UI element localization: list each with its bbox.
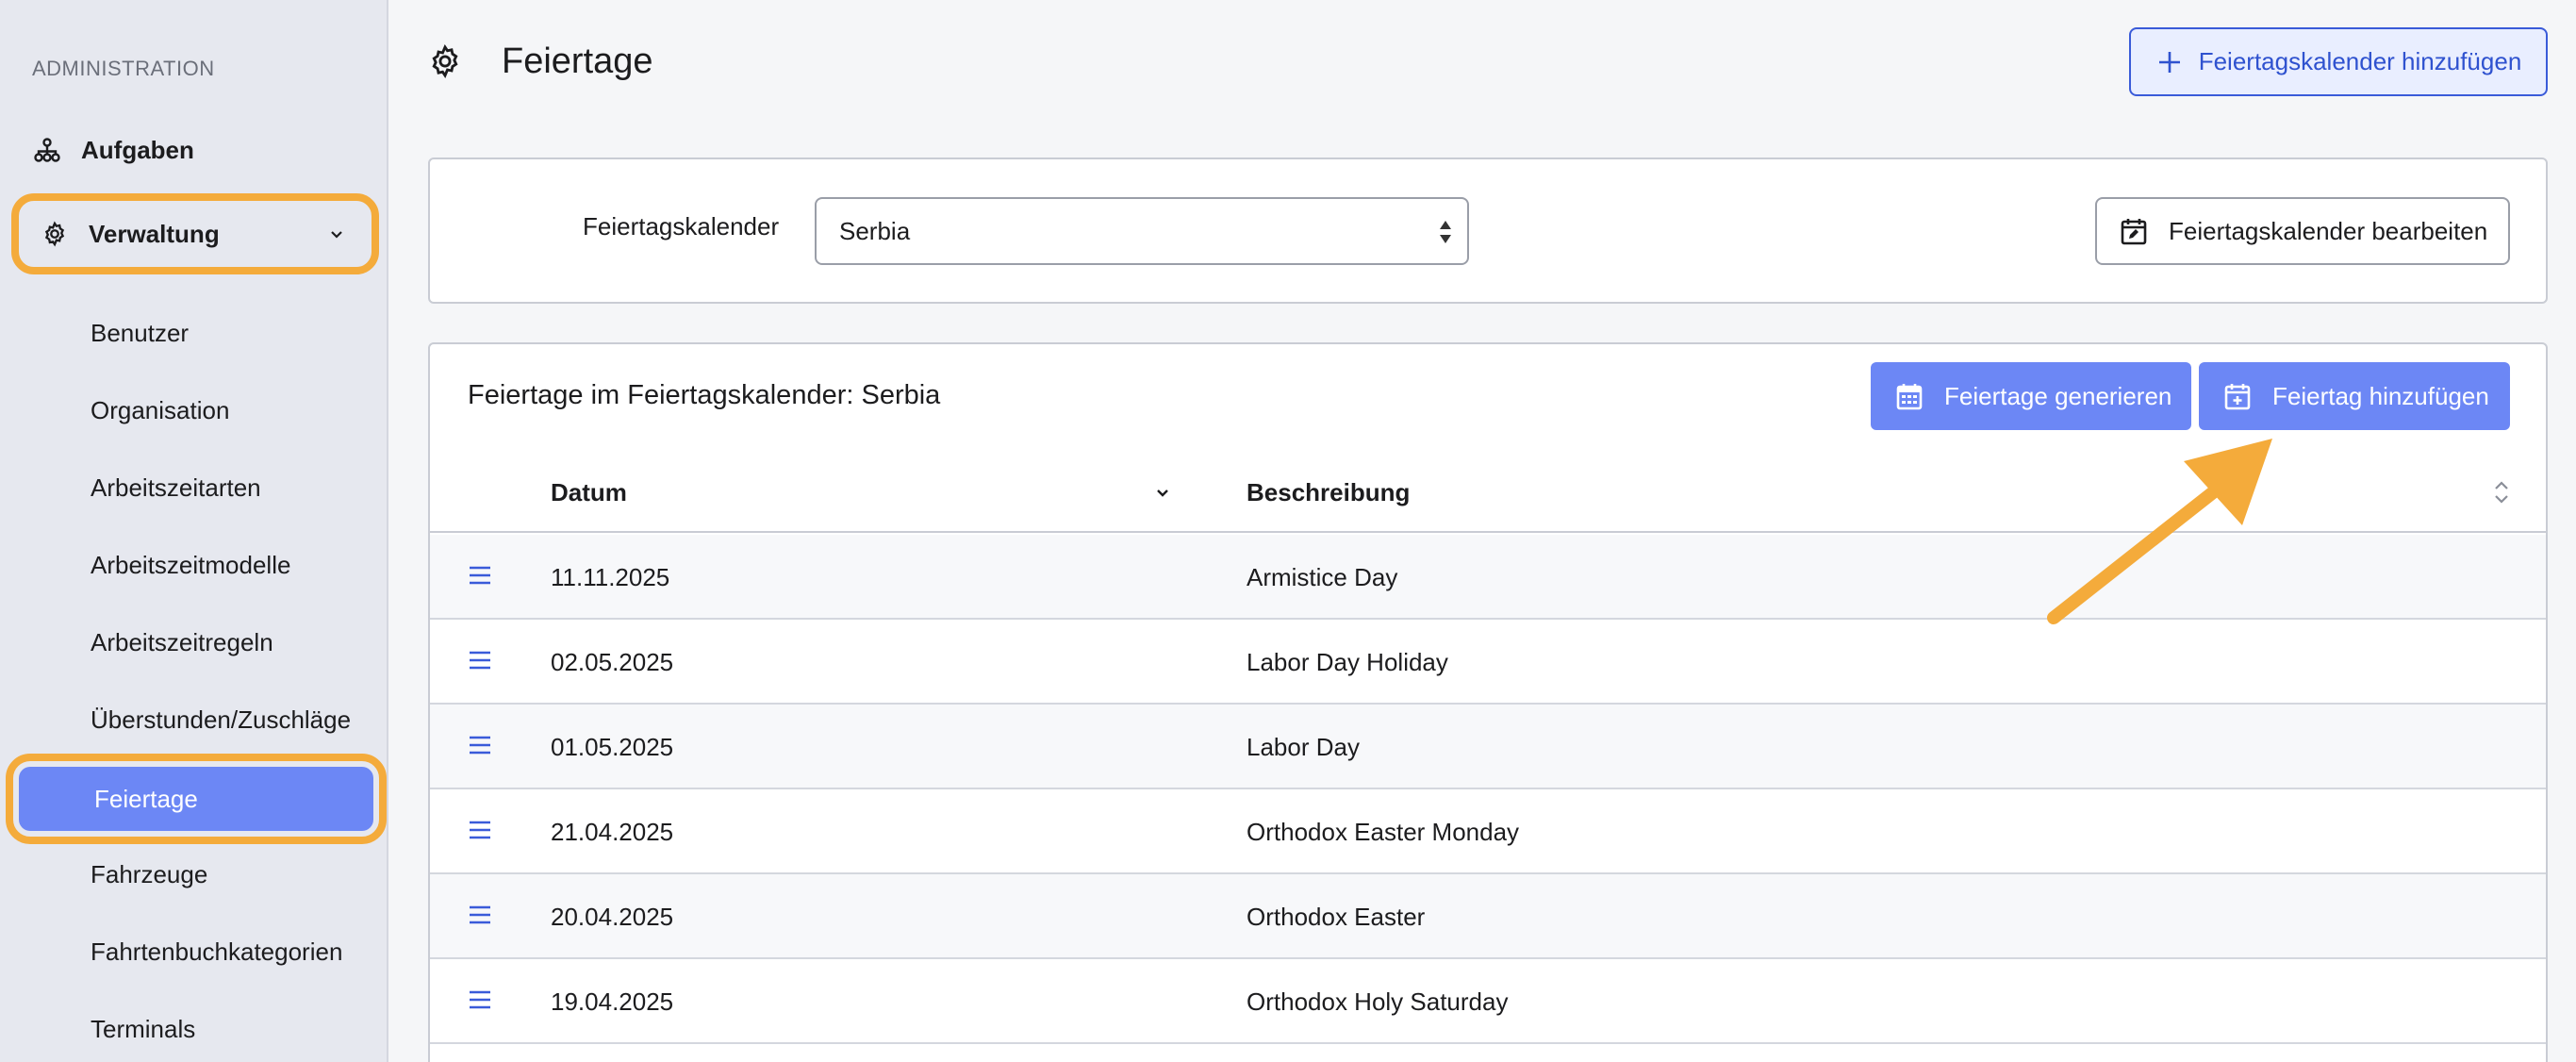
chevron-down-icon[interactable]	[1150, 478, 1175, 506]
sidebar-item-arbeitszeitregeln[interactable]: Arbeitszeitregeln	[91, 619, 273, 666]
hierarchy-icon	[32, 135, 62, 165]
drag-handle-icon[interactable]	[468, 818, 492, 842]
drag-handle-icon[interactable]	[468, 648, 492, 672]
drag-handle-icon[interactable]	[468, 563, 492, 588]
calendar-select[interactable]: Serbia	[815, 197, 1469, 265]
chevron-down-icon	[324, 222, 349, 246]
sort-icon[interactable]	[2489, 478, 2514, 506]
edit-calendar-label: Feiertagskalender bearbeiten	[2169, 216, 2488, 245]
plus-icon	[2155, 48, 2184, 76]
add-calendar-button[interactable]: Feiertagskalender hinzufügen	[2129, 27, 2548, 96]
sidebar-item-label: Arbeitszeitmodelle	[91, 550, 291, 579]
calendar-grid-icon	[1893, 380, 1925, 412]
calendar-select-value: Serbia	[839, 216, 911, 245]
column-header-description[interactable]: Beschreibung	[1247, 478, 1410, 507]
add-holiday-label: Feiertag hinzufügen	[2272, 381, 2489, 410]
sidebar-item-verwaltung[interactable]: Verwaltung	[11, 193, 379, 274]
holiday-description: Orthodox Easter Monday	[1247, 818, 1520, 846]
sidebar-item-label: Benutzer	[91, 318, 190, 347]
sidebar-item-organisation[interactable]: Organisation	[91, 387, 229, 434]
sidebar-item-label: Feiertage	[94, 784, 198, 813]
sidebar-item-terminals[interactable]: Terminals	[91, 1005, 195, 1053]
table-row[interactable]: 01.05.2025 Labor Day	[430, 705, 2546, 789]
sidebar-item-label: Aufgaben	[81, 135, 194, 164]
holiday-date: 21.04.2025	[551, 818, 674, 846]
sidebar-section-label: ADMINISTRATION	[32, 57, 215, 80]
page-header: Feiertage	[426, 38, 653, 85]
add-calendar-label: Feiertagskalender hinzufügen	[2198, 47, 2522, 75]
holiday-date: 02.05.2025	[551, 648, 674, 676]
calendar-select-card: Feiertagskalender Serbia Feiertagskalend…	[428, 158, 2548, 304]
sidebar-item-arbeitszeitarten[interactable]: Arbeitszeitarten	[91, 464, 261, 511]
sidebar-item-arbeitszeitmodelle[interactable]: Arbeitszeitmodelle	[91, 541, 290, 589]
annotation-arrow	[2047, 439, 2272, 624]
table-row[interactable]: 19.04.2025 Orthodox Holy Saturday	[430, 959, 2546, 1044]
calendar-plus-icon	[2221, 380, 2254, 412]
calendar-select-label: Feiertagskalender	[583, 212, 780, 241]
sidebar-item-feiertage[interactable]: Feiertage	[19, 767, 373, 831]
holiday-date: 20.04.2025	[551, 903, 674, 931]
sidebar-item-fahrtenbuchkategorien[interactable]: Fahrtenbuchkategorien	[91, 928, 342, 975]
drag-handle-icon[interactable]	[468, 733, 492, 757]
holiday-description: Labor Day	[1247, 733, 1360, 761]
sidebar-item-fahrzeuge[interactable]: Fahrzeuge	[91, 851, 207, 898]
sidebar-item-feiertage-highlight: Feiertage	[6, 754, 387, 844]
drag-handle-icon[interactable]	[468, 903, 492, 927]
sidebar-item-label: Überstunden/Zuschläge	[91, 705, 352, 734]
sidebar-item-label: Verwaltung	[89, 219, 220, 248]
sidebar-item-benutzer[interactable]: Benutzer	[91, 309, 189, 357]
holiday-description: Orthodox Easter	[1247, 903, 1426, 931]
select-updown-icon	[1440, 221, 1451, 243]
gear-icon	[426, 42, 464, 80]
generate-holidays-label: Feiertage generieren	[1944, 381, 2172, 410]
generate-holidays-button[interactable]: Feiertage generieren	[1871, 362, 2191, 430]
calendar-edit-icon	[2118, 215, 2150, 247]
holiday-description: Labor Day Holiday	[1247, 648, 1448, 676]
sidebar-item-label: Arbeitszeitarten	[91, 473, 261, 502]
sidebar-item-label: Fahrzeuge	[91, 859, 208, 888]
sidebar-item-label: Arbeitszeitregeln	[91, 627, 273, 656]
sidebar: ADMINISTRATION Aufgaben Verwaltung Benut…	[0, 0, 388, 1062]
sidebar-item-label: Fahrtenbuchkategorien	[91, 937, 343, 966]
table-row[interactable]: 21.04.2025 Orthodox Easter Monday	[430, 789, 2546, 874]
table-row[interactable]: 20.04.2025 Orthodox Easter	[430, 874, 2546, 959]
page-title: Feiertage	[502, 41, 653, 81]
drag-handle-icon[interactable]	[468, 987, 492, 1012]
edit-calendar-button[interactable]: Feiertagskalender bearbeiten	[2095, 197, 2510, 265]
sidebar-item-label: Organisation	[91, 395, 230, 424]
holiday-date: 11.11.2025	[551, 563, 670, 591]
add-holiday-button[interactable]: Feiertag hinzufügen	[2199, 362, 2510, 430]
holidays-title: Feiertage im Feiertagskalender: Serbia	[468, 380, 941, 410]
gear-icon	[40, 219, 70, 249]
sidebar-item-ueberstunden[interactable]: Überstunden/Zuschläge	[91, 696, 351, 743]
holiday-date: 01.05.2025	[551, 733, 674, 761]
sidebar-item-aufgaben[interactable]: Aufgaben	[32, 124, 194, 176]
holiday-description: Orthodox Holy Saturday	[1247, 987, 1509, 1016]
holiday-description: Armistice Day	[1247, 563, 1398, 591]
sidebar-item-label: Terminals	[91, 1014, 196, 1043]
column-header-date[interactable]: Datum	[551, 478, 627, 507]
holiday-date: 19.04.2025	[551, 987, 674, 1016]
